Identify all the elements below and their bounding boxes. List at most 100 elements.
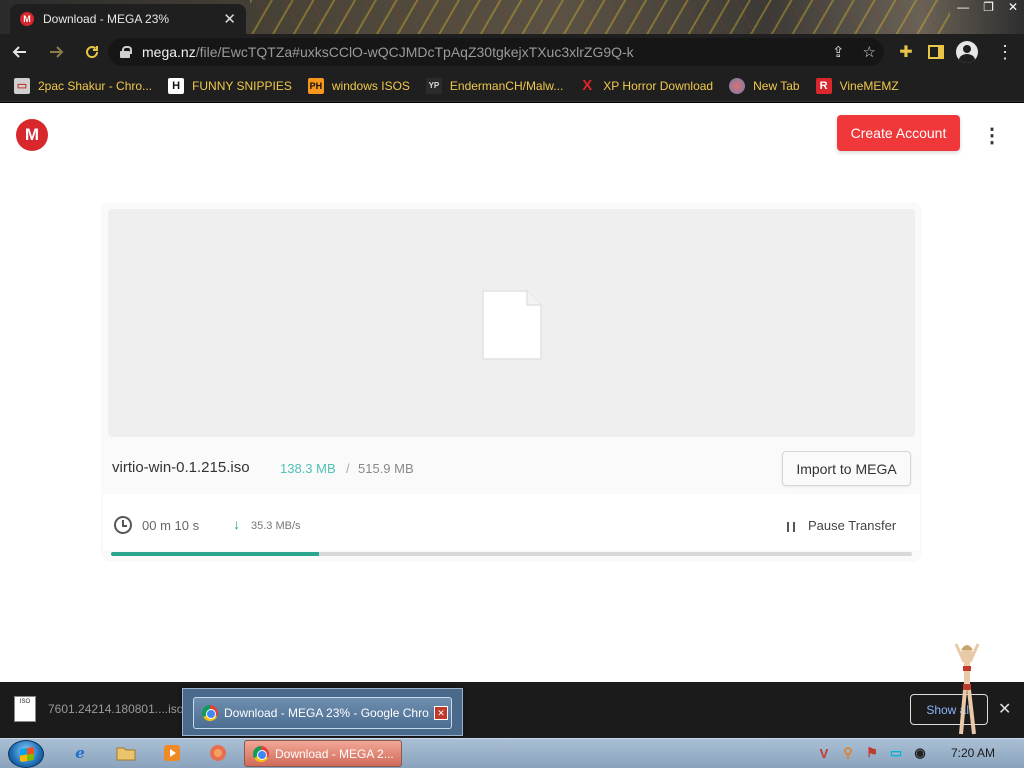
total-size: 515.9 MB xyxy=(358,461,414,476)
window-title-bar: M Download - MEGA 23% ✕ — ❐ ✕ xyxy=(0,0,1024,34)
url-host: mega.nz xyxy=(142,44,196,60)
wallpaper-scrawl xyxy=(250,0,950,34)
reload-icon xyxy=(86,46,99,59)
back-button[interactable] xyxy=(4,36,36,68)
profile-avatar-icon[interactable] xyxy=(956,41,978,63)
file-explorer-icon[interactable] xyxy=(114,742,138,764)
omnibox-actions: ⇪ ☆ xyxy=(832,38,876,66)
browser-toolbar: mega.nz /file/EwcTQTZa#uxksCClO-wQCJMDcT… xyxy=(0,34,1024,70)
browser-menu-icon[interactable]: ⋮ xyxy=(996,42,1014,63)
download-card: virtio-win-0.1.215.iso 138.3 MB / 515.9 … xyxy=(103,204,920,560)
mega-favicon-icon: M xyxy=(20,12,34,26)
bookmark-item[interactable]: New Tab xyxy=(729,77,800,94)
address-bar[interactable]: mega.nz /file/EwcTQTZa#uxksCClO-wQCJMDcT… xyxy=(108,38,884,66)
ph-icon: PH xyxy=(307,77,324,94)
forward-button[interactable] xyxy=(40,36,72,68)
download-shelf-item[interactable]: ISO 7601.24214.180801....iso xyxy=(14,696,183,722)
shelf-close-icon[interactable]: ✕ xyxy=(998,699,1011,719)
flag-tray-icon[interactable]: ⚑ xyxy=(864,745,880,761)
h-icon: H xyxy=(168,77,185,94)
download-speed: 35.3 MB/s xyxy=(251,520,301,532)
bookmark-label: 2pac Shakur - Chro... xyxy=(38,78,153,93)
downloaded-size: 138.3 MB xyxy=(280,461,336,476)
bookmark-label: EndermanCH/Malw... xyxy=(449,78,564,93)
taskbar-clock[interactable]: 7:20 AM xyxy=(951,746,995,760)
app-pinned-icon[interactable] xyxy=(206,742,230,764)
mega-logo[interactable]: M xyxy=(16,119,48,151)
file-preview xyxy=(108,209,915,437)
bookmark-item[interactable]: ▭ 2pac Shakur - Chro... xyxy=(14,77,153,94)
more-options-icon[interactable]: ⋮ xyxy=(982,123,1002,147)
bookmark-label: XP Horror Download xyxy=(603,78,714,93)
maximize-icon[interactable]: ❐ xyxy=(983,0,994,14)
file-name: virtio-win-0.1.215.iso xyxy=(112,459,250,476)
r-icon: R xyxy=(815,77,832,94)
file-icon xyxy=(482,290,542,360)
bookmark-star-icon[interactable]: ☆ xyxy=(863,43,876,61)
volume-tray-icon[interactable]: ◉ xyxy=(912,745,928,761)
thumbnail-close-icon[interactable]: ✕ xyxy=(434,706,448,720)
taskbar-thumbnail-popup[interactable]: Download - MEGA 23% - Google Chro... ✕ xyxy=(182,688,463,736)
back-arrow-icon xyxy=(12,46,26,58)
chrome-icon xyxy=(253,745,269,762)
bookmarks-bar: ▭ 2pac Shakur - Chro... H FUNNY SNIPPIES… xyxy=(0,70,1024,102)
progress-fill xyxy=(111,552,320,556)
lock-icon[interactable] xyxy=(120,46,132,58)
size-separator: / xyxy=(346,461,350,476)
thumbnail-title: Download - MEGA 23% - Google Chro... xyxy=(224,706,430,720)
internet-explorer-icon[interactable]: e xyxy=(68,742,92,764)
url-path: /file/EwcTQTZa#uxksCClO-wQCJMDcTpAqZ30tg… xyxy=(195,44,634,60)
download-item-name: 7601.24214.180801....iso xyxy=(48,702,184,716)
bookmark-item[interactable]: X XP Horror Download xyxy=(579,77,714,94)
yp-icon: YP xyxy=(425,77,442,94)
pause-icon[interactable] xyxy=(787,522,795,532)
forward-arrow-icon xyxy=(50,46,64,58)
bookmark-label: windows ISOS xyxy=(331,78,410,93)
taskbar-active-label: Download - MEGA 2... xyxy=(275,746,394,761)
file-info-row: virtio-win-0.1.215.iso 138.3 MB / 515.9 … xyxy=(103,442,920,494)
red-x-icon: X xyxy=(582,77,593,94)
search-tray-icon[interactable]: ⚲ xyxy=(840,745,856,761)
thumbnail-title-bar[interactable]: Download - MEGA 23% - Google Chro... ✕ xyxy=(193,697,452,729)
window-controls: — ❐ ✕ xyxy=(957,0,1018,14)
bookmark-label: New Tab xyxy=(753,78,800,93)
system-tray: V ⚲ ⚑ ▭ ◉ xyxy=(816,742,928,764)
bookmark-item[interactable]: R VineMEMZ xyxy=(815,77,899,94)
media-player-icon[interactable] xyxy=(160,742,184,764)
download-shelf: ISO 7601.24214.180801....iso xyxy=(0,682,1024,738)
monitor-icon: ▭ xyxy=(14,77,30,94)
pause-transfer-button[interactable]: Pause Transfer xyxy=(808,518,896,533)
toolbar-right: ✚ ⋮ xyxy=(896,34,1014,70)
bookmark-item[interactable]: H FUNNY SNIPPIES xyxy=(168,77,292,94)
tab-title: Download - MEGA 23% xyxy=(43,12,170,26)
extensions-puzzle-icon[interactable]: ✚ xyxy=(896,42,916,62)
display-tray-icon[interactable]: ▭ xyxy=(888,745,904,761)
transfer-stats-row: 00 m 10 s ↓ 35.3 MB/s Pause Transfer xyxy=(103,494,920,550)
v-tray-icon[interactable]: V xyxy=(816,745,832,761)
bookmark-item[interactable]: PH windows ISOS xyxy=(307,77,410,94)
bookmark-label: VineMEMZ xyxy=(839,78,899,93)
time-remaining: 00 m 10 s xyxy=(142,518,200,533)
taskbar-chrome-button[interactable]: Download - MEGA 2... xyxy=(244,740,402,767)
download-arrow-icon: ↓ xyxy=(233,516,240,532)
reload-button[interactable] xyxy=(76,36,108,68)
windows-logo-icon xyxy=(20,747,34,762)
iso-file-icon: ISO xyxy=(14,696,36,722)
close-window-icon[interactable]: ✕ xyxy=(1008,0,1018,14)
import-to-mega-button[interactable]: Import to MEGA xyxy=(782,451,911,486)
start-button[interactable] xyxy=(8,740,44,768)
side-panel-icon[interactable] xyxy=(928,45,944,59)
tab-close-icon[interactable]: ✕ xyxy=(223,10,236,28)
mega-page: M Create Account ⋮ virtio-win-0.1.215.is… xyxy=(0,103,1024,682)
dancing-figure-icon xyxy=(954,643,980,735)
create-account-button[interactable]: Create Account xyxy=(837,115,960,151)
globe-icon xyxy=(729,77,746,94)
bookmark-label: FUNNY SNIPPIES xyxy=(192,78,292,93)
share-icon[interactable]: ⇪ xyxy=(832,43,845,61)
download-progress-bar xyxy=(111,552,912,556)
browser-tab-active[interactable]: M Download - MEGA 23% ✕ xyxy=(10,4,246,34)
chrome-icon xyxy=(202,705,218,721)
minimize-icon[interactable]: — xyxy=(957,0,969,14)
bookmark-item[interactable]: YP EndermanCH/Malw... xyxy=(425,77,564,94)
clock-icon xyxy=(114,516,132,534)
